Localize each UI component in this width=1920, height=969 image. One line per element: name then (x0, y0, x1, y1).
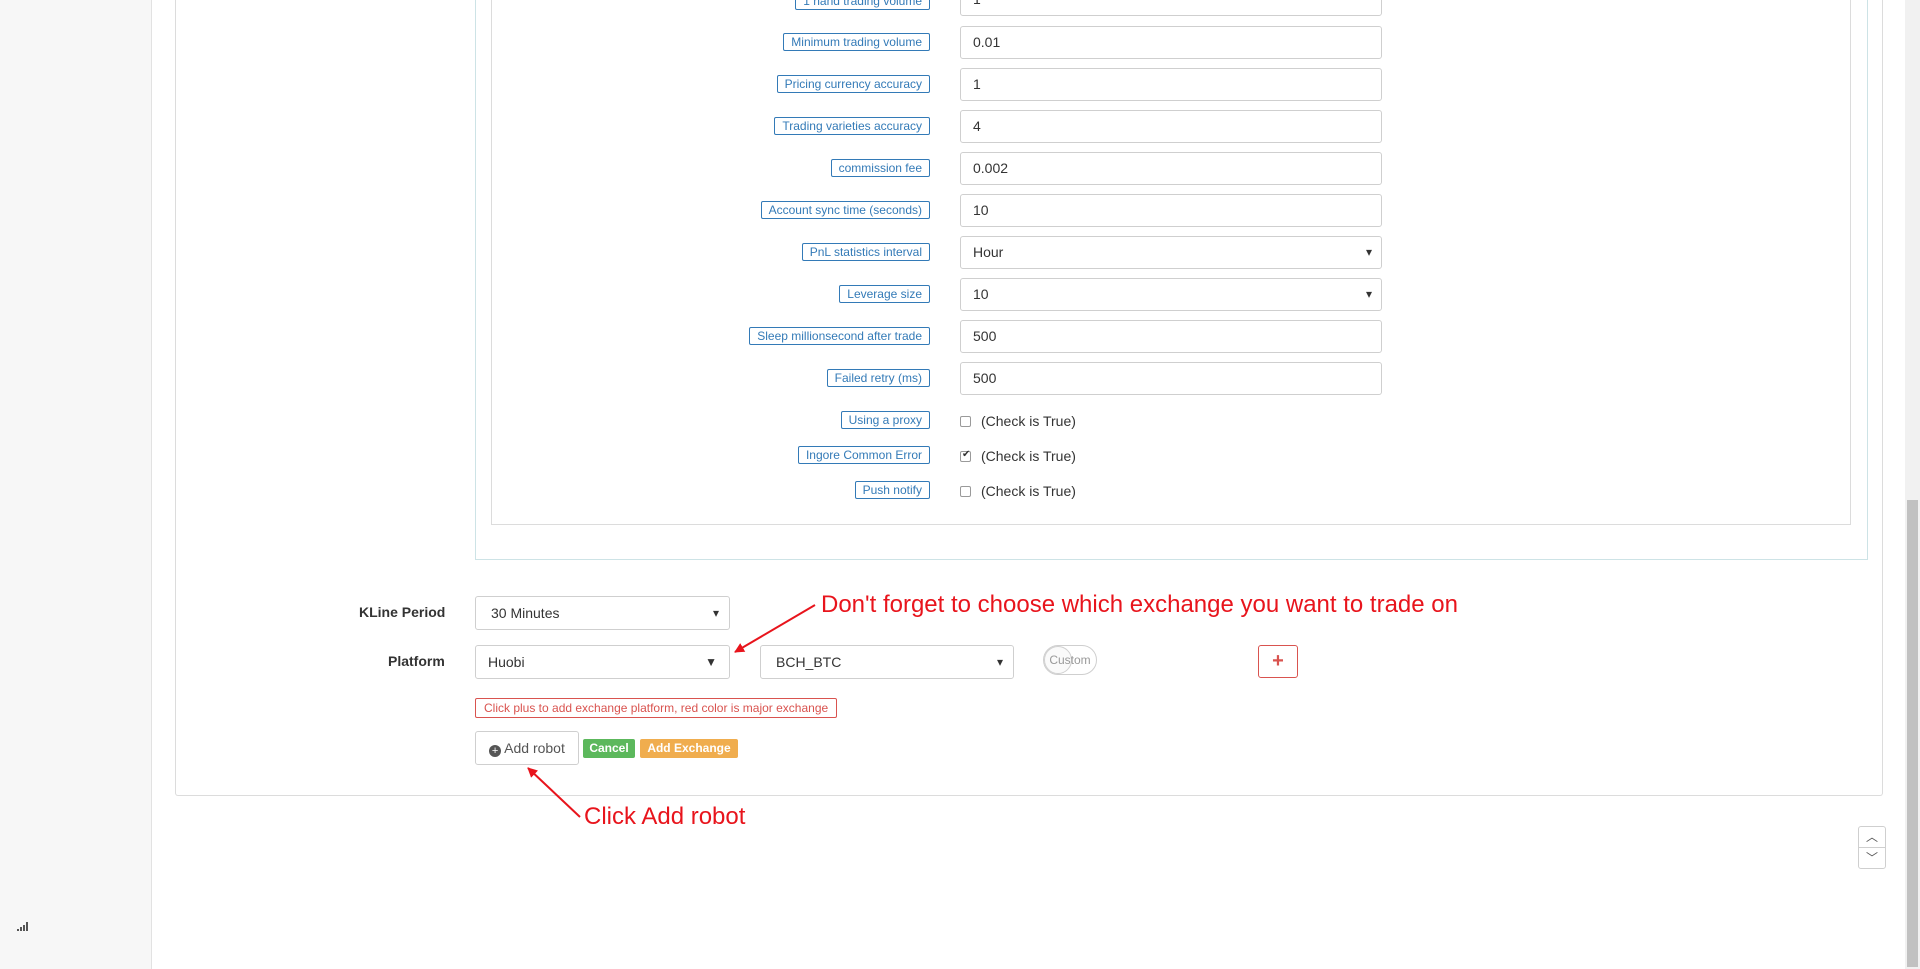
caret-down-icon: ▼ (705, 655, 717, 669)
using-proxy-checkbox-row[interactable]: (Check is True) (960, 412, 1076, 430)
add-robot-annotation-text: Click Add robot (584, 803, 746, 830)
checkbox-text: (Check is True) (981, 413, 1076, 429)
push-notify-checkbox-row[interactable]: (Check is True) (960, 482, 1076, 500)
scrollbar-thumb[interactable] (1907, 500, 1918, 967)
select-value: Hour (973, 244, 1004, 260)
add-exchange-button[interactable]: Add Exchange (640, 739, 738, 758)
trading-varieties-accuracy-input[interactable]: 4 (960, 110, 1382, 143)
param-label: Failed retry (ms) (826, 369, 930, 387)
account-sync-time-input[interactable]: 10 (960, 194, 1382, 227)
param-label: commission fee (830, 159, 930, 177)
leverage-size-select[interactable]: 10 (960, 278, 1382, 311)
add-platform-button[interactable]: + (1258, 645, 1298, 678)
kline-period-select[interactable]: 30 Minutes ▾ (475, 596, 730, 630)
kline-period-label: KLine Period (359, 604, 446, 620)
custom-toggle[interactable]: Custom (1043, 645, 1097, 675)
param-label: Sleep millionsecond after trade (749, 327, 930, 345)
select-value: BCH_BTC (776, 654, 842, 670)
platform-label: Platform (388, 653, 445, 669)
plus-circle-icon: + (489, 745, 502, 757)
param-label: Using a proxy (840, 411, 930, 429)
custom-toggle-label: Custom (1049, 653, 1091, 667)
chevron-down-icon: ▾ (712, 606, 719, 620)
param-label: 1 hand trading volume (795, 0, 930, 10)
param-label: PnL statistics interval (801, 243, 930, 261)
param-label: Ingore Common Error (797, 446, 930, 464)
chevron-down-icon: ▾ (996, 655, 1003, 669)
push-notify-checkbox[interactable] (960, 485, 971, 497)
hand-trading-volume-input[interactable]: 1 (960, 0, 1382, 16)
using-proxy-checkbox[interactable] (960, 415, 971, 427)
param-label: Trading varieties accuracy (774, 117, 930, 135)
param-label: Minimum trading volume (783, 33, 930, 51)
chevron-up-icon: ︿ (1865, 830, 1878, 844)
checkbox-text: (Check is True) (981, 483, 1076, 499)
scroll-down-button[interactable]: ﹀ (1858, 847, 1886, 869)
select-value: Huobi (488, 654, 525, 670)
param-label: Account sync time (seconds) (760, 201, 930, 219)
pricing-currency-accuracy-input[interactable]: 1 (960, 68, 1382, 101)
pnl-statistics-interval-select[interactable]: Hour (960, 236, 1382, 269)
failed-retry-input[interactable]: 500 (960, 362, 1382, 395)
cancel-button[interactable]: Cancel (583, 739, 635, 758)
ignore-common-error-checkbox-row[interactable]: (Check is True) (960, 447, 1076, 465)
ignore-common-error-checkbox[interactable] (960, 449, 971, 462)
param-label: Pricing currency accuracy (776, 75, 930, 93)
minimum-trading-volume-input[interactable]: 0.01 (960, 26, 1382, 59)
param-label: Push notify (854, 481, 930, 499)
left-sidebar (0, 0, 152, 969)
add-robot-button[interactable]: + Add robot (475, 731, 579, 765)
param-label: Leverage size (839, 285, 930, 303)
scroll-up-button[interactable]: ︿ (1858, 826, 1886, 848)
pair-select[interactable]: BCH_BTC ▾ (760, 645, 1014, 679)
commission-fee-input[interactable]: 0.002 (960, 152, 1382, 185)
select-value: 10 (973, 286, 989, 302)
exchange-annotation-text: Don't forget to choose which exchange yo… (821, 591, 1458, 618)
chevron-down-icon: ﹀ (1865, 851, 1878, 865)
sleep-after-trade-input[interactable]: 500 (960, 320, 1382, 353)
plus-icon: + (1272, 650, 1284, 672)
select-value: 30 Minutes (491, 605, 560, 621)
checkbox-text: (Check is True) (981, 448, 1076, 464)
exchange-select[interactable]: Huobi ▼ (475, 645, 730, 679)
platform-hint-badge: Click plus to add exchange platform, red… (475, 698, 838, 718)
add-robot-label: Add robot (504, 740, 565, 756)
signal-strength-icon (17, 922, 28, 931)
